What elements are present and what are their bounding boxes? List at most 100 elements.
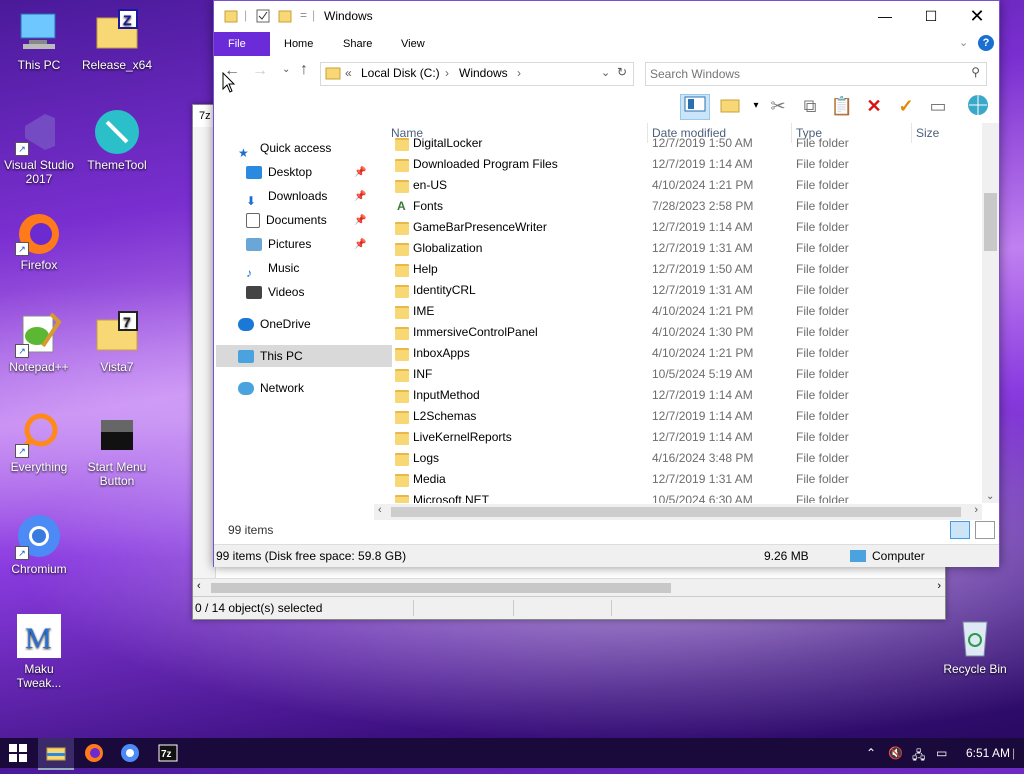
table-row[interactable]: Media 12/7/2019 1:31 AM File folder [385,469,982,490]
details-view-icon[interactable] [950,521,970,539]
nav-item-desktop[interactable]: Desktop [246,161,312,183]
tab-file[interactable]: File [214,32,270,56]
close-button[interactable]: ✕ [954,1,1000,32]
title-bar[interactable]: | = | Windows — ☐ ✕ [214,1,999,32]
new-folder-icon[interactable] [718,94,742,118]
large-icons-view-icon[interactable] [975,521,996,539]
delete-icon[interactable]: ✕ [862,94,886,118]
scrollbar-thumb[interactable] [211,583,671,593]
table-row[interactable]: A Fonts 7/28/2023 2:58 PM File folder [385,196,982,217]
firefox-icon[interactable] [76,738,112,768]
table-row[interactable]: INF 10/5/2024 5:19 AM File folder [385,364,982,385]
show-desktop-button[interactable]: | [1012,746,1015,760]
help-icon[interactable]: ? [978,35,994,51]
nav-item-this-pc[interactable]: This PC [216,345,392,367]
recent-locations-icon[interactable]: ⌄ [282,64,290,75]
desktop-icon-everything[interactable]: ↗ Everything [1,410,77,474]
address-dropdown-icon[interactable]: ⌄ [601,66,610,79]
search-input[interactable] [648,64,962,84]
tab-view[interactable]: View [387,32,439,56]
chevron-right-icon[interactable]: › [517,66,521,80]
table-row[interactable]: ImmersiveControlPanel 4/10/2024 1:30 PM Fi… [385,322,982,343]
network-drive-icon[interactable] [966,94,990,118]
tab-home[interactable]: Home [270,32,327,56]
copy-icon[interactable]: ⧉ [798,94,822,118]
network-status-icon[interactable]: 🖧 [912,746,925,767]
paste-icon[interactable]: 📋 [830,94,854,118]
desktop-icon-release-x64[interactable]: Z Release_x64 [79,8,155,72]
7zip-icon[interactable]: 7z [150,738,186,768]
table-row[interactable]: InputMethod 12/7/2019 1:14 AM File folder [385,385,982,406]
folder-icon[interactable] [224,8,238,24]
nav-item-documents[interactable]: Documents [246,209,327,231]
table-row[interactable]: L2Schemas 12/7/2019 1:14 AM File folder [385,406,982,427]
search-icon[interactable]: ⚲ [971,65,980,79]
preview-pane-icon[interactable] [680,94,710,120]
nav-item-downloads[interactable]: ⬇ Downloads [246,185,327,208]
nav-item-quick-access[interactable]: ★ Quick access [238,137,331,160]
address-bar[interactable]: « Local Disk (C:) › Windows › ⌄ ↻ [320,62,634,86]
search-box[interactable]: ⚲ [645,62,987,86]
expand-ribbon-icon[interactable]: ⌄ [959,36,968,49]
taskbar-clock[interactable]: 6:51 AM [966,746,1010,760]
vertical-scrollbar[interactable]: ⌄ [982,123,999,503]
breadcrumb-overflow[interactable]: « [345,66,352,80]
file-explorer-window[interactable]: | = | Windows — ☐ ✕ File Home Share View… [213,0,1000,567]
table-row[interactable]: Downloaded Program Files 12/7/2019 1:14 A… [385,154,982,175]
new-folder-icon[interactable] [278,8,292,24]
pin-icon[interactable]: 📌 [354,167,366,178]
desktop-icon-themetool[interactable]: ThemeTool [79,108,155,172]
desktop-icon-start-menu-button[interactable]: Start Menu Button [79,410,155,488]
nav-item-pictures[interactable]: Pictures [246,233,311,255]
nav-item-videos[interactable]: Videos [246,281,304,303]
volume-muted-icon[interactable]: 🔇 [888,746,903,760]
nav-item-music[interactable]: ♪ Music [246,257,299,280]
breadcrumb-windows[interactable]: Windows [459,66,508,80]
breadcrumb-local-disk[interactable]: Local Disk (C:) [361,66,440,80]
table-row[interactable]: Help 12/7/2019 1:50 AM File folder [385,259,982,280]
7zip-horizontal-scrollbar[interactable]: ‹ › [193,578,945,597]
desktop-icon-this-pc[interactable]: This PC [1,8,77,72]
customize-qat-icon[interactable]: = [300,8,307,24]
properties-icon[interactable] [256,8,270,24]
table-row[interactable]: Microsoft.NET 10/5/2024 6:30 AM File folde… [385,490,982,503]
table-row[interactable]: LiveKernelReports 12/7/2019 1:14 AM File f… [385,427,982,448]
chevron-up-icon[interactable]: ⌃ [866,746,876,760]
rename-checkmark-icon[interactable]: ✓ [894,94,918,118]
table-row[interactable]: en-US 4/10/2024 1:21 PM File folder [385,175,982,196]
scroll-right-icon[interactable]: › [974,504,978,516]
scroll-down-icon[interactable]: ⌄ [986,491,994,502]
chromium-icon[interactable] [112,738,148,768]
table-row[interactable]: DigitalLocker 12/7/2019 1:50 AM File folde… [385,133,982,154]
pin-icon[interactable]: 📌 [354,239,366,250]
scroll-left-icon[interactable]: ‹ [378,504,382,516]
pin-icon[interactable]: 📌 [354,215,366,226]
up-button[interactable]: ↑ [300,61,308,79]
properties-icon[interactable]: ▭ [926,94,950,118]
desktop-icon-visual-studio[interactable]: ↗ Visual Studio 2017 [1,108,77,186]
nav-item-network[interactable]: Network [238,377,304,399]
desktop-icon-maku-tweak[interactable]: M Maku Tweak... [1,612,77,690]
desktop-icon-recycle-bin[interactable]: Recycle Bin [937,612,1013,676]
table-row[interactable]: IdentityCRL 12/7/2019 1:31 AM File folder [385,280,982,301]
forward-button[interactable]: → [252,62,268,80]
maximize-button[interactable]: ☐ [908,1,954,32]
desktop-icon-notepadpp[interactable]: ↗ Notepad++ [1,310,77,374]
start-icon[interactable] [0,738,36,768]
new-folder-dropdown-icon[interactable]: ▾ [744,94,768,118]
minimize-button[interactable]: — [862,1,908,32]
table-row[interactable]: InboxApps 4/10/2024 1:21 PM File folder [385,343,982,364]
scroll-left-icon[interactable]: ‹ [197,580,201,592]
scrollbar-thumb[interactable] [984,193,997,251]
chevron-right-icon[interactable]: › [445,66,449,80]
table-row[interactable]: IME 4/10/2024 1:21 PM File folder [385,301,982,322]
notification-icon[interactable]: ▭ [936,746,947,760]
file-explorer-icon[interactable] [38,738,74,770]
pin-icon[interactable]: 📌 [354,191,366,202]
horizontal-scrollbar[interactable]: ‹ › [374,504,982,520]
cut-icon[interactable]: ✂ [766,94,790,118]
table-row[interactable]: Logs 4/16/2024 3:48 PM File folder [385,448,982,469]
desktop-icon-vista7[interactable]: 7 Vista7 [79,310,155,374]
scrollbar-thumb[interactable] [391,507,961,517]
nav-item-onedrive[interactable]: OneDrive [238,313,311,335]
